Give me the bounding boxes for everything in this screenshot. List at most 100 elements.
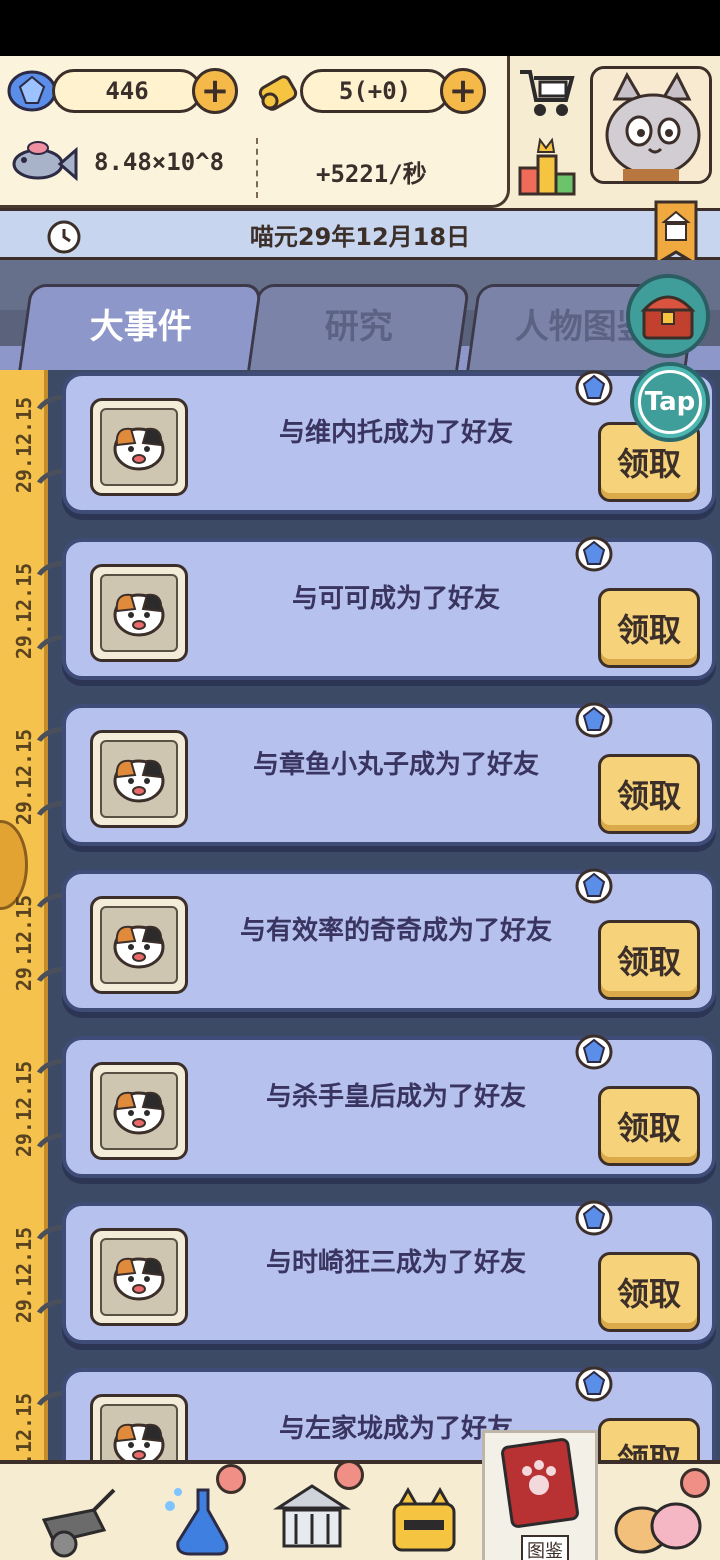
book-icon: [501, 1438, 579, 1528]
scroll-icon: [258, 75, 298, 111]
event-description: 与可可成为了好友: [291, 584, 500, 614]
portrait-frame: [100, 740, 178, 818]
fish-resource: 8.48×10^8: [8, 138, 224, 186]
event-list[interactable]: 29.12.15 与维内托成为了好友 领取 29.12.15 与可可成为了好友 领取 29.…: [0, 370, 720, 1460]
dog-face-icon: [113, 759, 165, 803]
gem-reward-icon: [575, 370, 613, 406]
scroll-resource: 5(+0) +: [256, 68, 486, 114]
nav-gallery[interactable]: 图鉴: [482, 1430, 598, 1560]
event-description: 与有效率的奇奇成为了好友: [239, 916, 552, 946]
character-portrait: [90, 730, 188, 828]
bottom-nav: 图鉴: [0, 1430, 720, 1560]
event-card: 与维内托成为了好友 领取: [62, 370, 716, 514]
event-date-text: 29.12.15: [12, 1060, 37, 1158]
event-card: 与左家垅成为了好友 领取: [62, 1366, 716, 1460]
event-date-text: 29.12.15: [12, 1392, 37, 1460]
leaderboard-icon[interactable]: [516, 136, 578, 198]
dog-face-icon: [113, 1091, 165, 1135]
gem-reward-icon: [575, 702, 613, 738]
museum-icon: [272, 1484, 352, 1548]
tab-events-label: 大事件: [89, 307, 192, 347]
event-card: 与可可成为了好友 领取: [62, 536, 716, 680]
dog-face-icon: [113, 1257, 165, 1301]
claim-button[interactable]: 领取: [598, 1418, 700, 1460]
claim-button[interactable]: 领取: [598, 588, 700, 668]
dog-face-icon: [113, 1423, 165, 1460]
claim-button[interactable]: 领取: [598, 754, 700, 834]
event-description: 与杀手皇后成为了好友: [265, 1082, 526, 1112]
character-portrait: [90, 1394, 188, 1460]
event-card: 与杀手皇后成为了好友 领取: [62, 1034, 716, 1178]
dog-face-icon: [113, 593, 165, 637]
cat-bag-icon: [392, 1486, 456, 1552]
nav-shop[interactable]: [376, 1478, 472, 1560]
gem-reward-icon: [575, 1200, 613, 1236]
character-portrait: [90, 398, 188, 496]
portrait-frame: [100, 906, 178, 984]
chest-icon: [640, 295, 696, 340]
gem-reward-icon: [575, 868, 613, 904]
nav-cart[interactable]: [28, 1478, 124, 1560]
event-date-text: 29.12.15: [12, 894, 37, 992]
dog-face-icon: [113, 427, 165, 471]
tap-label: Tap: [638, 370, 702, 434]
fish-icon: [12, 141, 78, 182]
tab-research[interactable]: 研究: [245, 284, 471, 370]
event-date-text: 29.12.15: [12, 562, 37, 660]
gem-resource: 446 +: [6, 68, 238, 114]
event-date-text: 29.12.15: [12, 1226, 37, 1324]
museum-badge-icon[interactable]: [654, 200, 698, 266]
scroll-count: 5(+0): [300, 69, 450, 113]
tap-button[interactable]: Tap: [630, 362, 710, 442]
tab-bar: 人物图鉴 研究 大事件: [0, 260, 720, 370]
claim-button[interactable]: 领取: [598, 1086, 700, 1166]
character-portrait: [90, 896, 188, 994]
cart-icon[interactable]: [516, 64, 578, 120]
portrait-frame: [100, 408, 178, 486]
museum-notification-dot: [334, 1460, 364, 1490]
wheelbarrow-icon: [41, 1488, 116, 1558]
portrait-frame: [100, 1072, 178, 1150]
resource-panel: 446 + 5(+0) + 8.48×10^8 +5221/秒: [0, 56, 720, 208]
claim-button[interactable]: 领取: [598, 1252, 700, 1332]
gem-reward-icon: [575, 1034, 613, 1070]
portrait-frame: [100, 1404, 178, 1460]
portrait-frame: [100, 1238, 178, 1316]
character-portrait: [90, 1228, 188, 1326]
nav-gallery-label: 图鉴: [521, 1535, 569, 1560]
date-bar: 喵元29年12月18日: [0, 208, 720, 260]
event-card: 与有效率的奇奇成为了好友 领取: [62, 868, 716, 1012]
tab-research-label: 研究: [324, 307, 393, 347]
dog-face-icon: [113, 925, 165, 969]
tab-events[interactable]: 大事件: [17, 284, 263, 370]
potion-notification-dot: [216, 1464, 246, 1494]
event-description: 与时崎狂三成为了好友: [265, 1248, 526, 1278]
add-scrolls-button[interactable]: +: [440, 68, 486, 114]
claim-button[interactable]: 领取: [598, 920, 700, 1000]
player-avatar[interactable]: [590, 66, 712, 184]
character-portrait: [90, 1062, 188, 1160]
current-date: 喵元29年12月18日: [249, 222, 471, 251]
event-description: 与维内托成为了好友: [278, 418, 513, 448]
status-bar: [0, 0, 720, 56]
cats-notification-dot: [680, 1468, 710, 1498]
event-card: 与章鱼小丸子成为了好友 领取: [62, 702, 716, 846]
cat-avatar-icon: [593, 69, 709, 181]
event-date-text: 29.12.15: [12, 728, 37, 826]
clock-icon: [47, 220, 81, 254]
gem-reward-icon: [575, 1366, 613, 1402]
portrait-frame: [100, 574, 178, 652]
gem-reward-icon: [575, 536, 613, 572]
treasure-chest-button[interactable]: [626, 274, 710, 358]
event-description: 与章鱼小丸子成为了好友: [252, 750, 539, 780]
fish-rate: +5221/秒: [316, 160, 427, 188]
gem-icon: [7, 70, 57, 112]
character-portrait: [90, 564, 188, 662]
gem-count: 446: [52, 69, 202, 113]
add-gems-button[interactable]: +: [192, 68, 238, 114]
resource-divider: [256, 138, 258, 198]
fish-total: 8.48×10^8: [94, 148, 225, 176]
nav-museum[interactable]: [264, 1478, 360, 1560]
event-date-text: 29.12.15: [12, 396, 37, 494]
event-card: 与时崎狂三成为了好友 领取: [62, 1200, 716, 1344]
